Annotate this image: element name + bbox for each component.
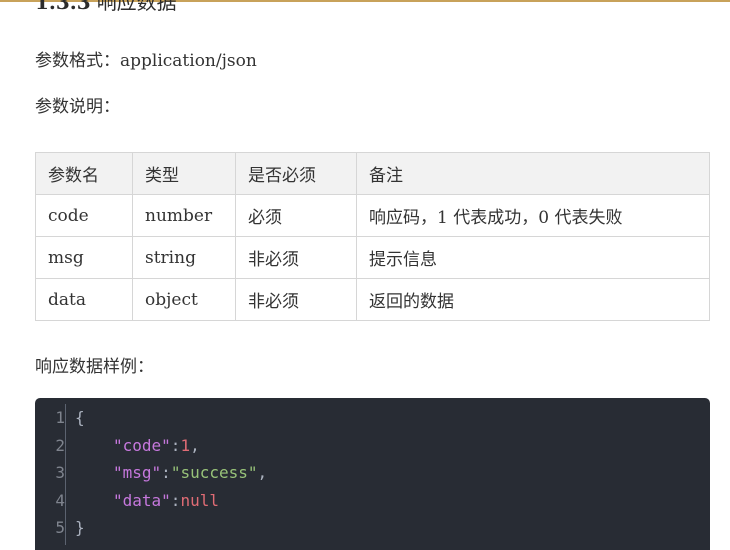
cell-type: string (132, 236, 236, 279)
param-description-label: 参数说明： (35, 97, 120, 117)
json-key: "msg" (113, 463, 162, 482)
json-comma: , (257, 463, 268, 482)
cell-remark: 返回的数据 (356, 278, 710, 321)
json-code-block[interactable]: 1 2 3 4 5 { "code":1, "msg":"success", "… (35, 398, 710, 550)
json-colon: : (170, 490, 181, 510)
section-title: 响应数据 (96, 0, 177, 14)
section-heading: 1.3.3 响应数据 (35, 0, 177, 14)
cell-type: number (132, 194, 236, 237)
json-value: "success" (170, 463, 258, 482)
table-row: code number 必须 响应码，1 代表成功，0 代表失败 (35, 194, 710, 237)
json-value: null (180, 490, 219, 510)
code-line: } (75, 514, 267, 542)
cell-param-name: code (35, 194, 133, 237)
cell-param-name: data (35, 278, 133, 321)
open-brace: { (75, 408, 85, 427)
table-row: msg string 非必须 提示信息 (35, 236, 710, 279)
line-number: 3 (55, 463, 65, 482)
header-param-name: 参数名 (35, 152, 133, 195)
json-comma: , (190, 435, 200, 455)
code-line: "msg":"success", (75, 459, 267, 487)
line-number: 1 (55, 408, 65, 427)
code-lines: { "code":1, "msg":"success", "data":null… (75, 404, 267, 542)
code-line: "code":1, (75, 432, 267, 460)
response-params-table: 参数名 类型 是否必须 备注 code number 必须 响应码，1 代表成功… (35, 152, 710, 321)
header-remark: 备注 (356, 152, 710, 195)
json-key: "data" (113, 490, 171, 510)
cell-remark: 提示信息 (356, 236, 710, 279)
close-brace: } (75, 518, 85, 537)
table-header-row: 参数名 类型 是否必须 备注 (35, 152, 710, 195)
cell-param-name: msg (35, 236, 133, 279)
cell-type: object (132, 278, 236, 321)
json-key: "code" (113, 435, 171, 455)
param-format-text: 参数格式：application/json (35, 51, 257, 71)
json-colon: : (170, 435, 181, 455)
line-number: 5 (55, 518, 65, 537)
header-type: 类型 (132, 152, 236, 195)
json-value: 1 (180, 435, 191, 455)
cell-required: 非必须 (235, 236, 357, 279)
cell-required: 非必须 (235, 278, 357, 321)
cell-required: 必须 (235, 194, 357, 237)
code-line: { (75, 404, 267, 432)
json-colon: : (161, 463, 171, 482)
header-required: 是否必须 (235, 152, 357, 195)
gutter-divider (65, 404, 66, 545)
section-number: 1.3.3 (35, 0, 91, 14)
line-number: 4 (55, 490, 65, 510)
code-line: "data":null (75, 487, 267, 515)
table-row: data object 非必须 返回的数据 (35, 278, 710, 321)
line-number-gutter: 1 2 3 4 5 (35, 404, 65, 542)
response-example-label: 响应数据样例： (35, 357, 154, 377)
line-number: 2 (55, 435, 65, 455)
cell-remark: 响应码，1 代表成功，0 代表失败 (356, 194, 710, 237)
